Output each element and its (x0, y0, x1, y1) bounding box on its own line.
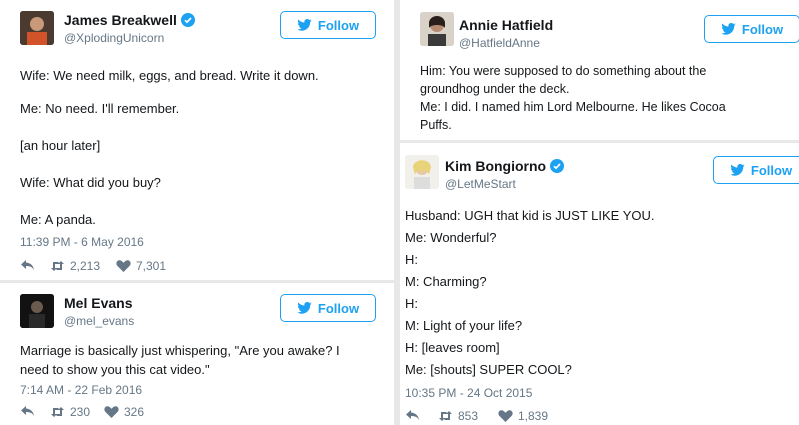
tweet-text-line: M: Charming? (405, 274, 487, 289)
user-handle[interactable]: @HatfieldAnne (459, 36, 540, 50)
like-button[interactable]: 326 (104, 405, 144, 419)
display-name[interactable]: Mel Evans (64, 295, 132, 311)
retweet-button[interactable]: 853 (438, 409, 478, 423)
follow-button[interactable]: Follow (704, 15, 799, 43)
follow-button[interactable]: Follow (713, 156, 799, 184)
user-handle[interactable]: @XplodingUnicorn (64, 31, 164, 45)
reply-button[interactable] (20, 405, 35, 417)
avatar[interactable] (420, 12, 454, 46)
like-button[interactable]: 7,301 (116, 259, 166, 273)
reply-button[interactable] (20, 259, 35, 271)
tweet-text-line: Husband: UGH that kid is JUST LIKE YOU. (405, 208, 655, 223)
tweet-text-line: Him: You were supposed to do something a… (420, 64, 707, 78)
display-name[interactable]: Kim Bongiorno (445, 158, 565, 174)
follow-button[interactable]: Follow (280, 11, 376, 39)
retweet-icon (51, 261, 64, 271)
tweet-text-line: need to show you this cat video." (20, 362, 210, 377)
like-count: 326 (124, 405, 145, 419)
avatar[interactable] (20, 11, 54, 45)
verified-icon (180, 13, 195, 27)
user-handle[interactable]: @mel_evans (64, 314, 134, 328)
tweet-text-line: H: (405, 252, 418, 267)
tweet-text-line: [an hour later] (20, 138, 101, 153)
tweet-text-line: Me: [shouts] SUPER COOL? (405, 362, 572, 377)
tweet-text-line: Me: A panda. (20, 212, 96, 227)
like-count: 1,839 (518, 409, 549, 423)
heart-icon (104, 406, 119, 418)
tweet-text-line: H: [leaves room] (405, 340, 500, 355)
timestamp[interactable]: 7:14 AM - 22 Feb 2016 (20, 383, 142, 397)
display-name[interactable]: Annie Hatfield (459, 17, 553, 33)
heart-icon (116, 260, 131, 272)
retweet-count: 230 (70, 405, 91, 419)
tweet-text-line: Wife: What did you buy? (20, 175, 161, 190)
reply-icon (406, 410, 419, 420)
tweet-card: Annie Hatfield @HatfieldAnne Follow Him:… (400, 0, 799, 140)
timestamp[interactable]: 10:35 PM - 24 Oct 2015 (405, 386, 532, 400)
tweet-text-line: Me: Wonderful? (405, 230, 497, 245)
display-name[interactable]: James Breakwell (64, 12, 195, 28)
timestamp[interactable]: 11:39 PM - 6 May 2016 (20, 235, 144, 249)
retweet-count: 2,213 (70, 259, 101, 273)
user-handle[interactable]: @LetMeStart (445, 177, 516, 191)
heart-icon (498, 410, 513, 422)
twitter-bird-icon (297, 302, 312, 314)
reply-icon (21, 260, 34, 270)
retweet-icon (51, 407, 64, 417)
retweet-button[interactable]: 230 (50, 405, 90, 419)
tweet-text-line: Me: I did. I named him Lord Melbourne. H… (420, 100, 726, 114)
tweet-text-line: Marriage is basically just whispering, "… (20, 343, 340, 358)
tweet-text-line: M: Light of your life? (405, 318, 523, 333)
twitter-bird-icon (730, 164, 745, 176)
avatar[interactable] (20, 294, 54, 328)
like-button[interactable]: 1,839 (498, 409, 548, 423)
tweet-text-line: groundhog under the deck. (420, 82, 570, 96)
retweet-button[interactable]: 2,213 (50, 259, 100, 273)
reply-button[interactable] (405, 409, 420, 421)
tweet-text-line: Me: No need. I'll remember. (20, 101, 180, 116)
tweet-card: Mel Evans @mel_evans Follow Marriage is … (0, 283, 394, 425)
like-count: 7,301 (136, 259, 167, 273)
tweet-text-line: H: (405, 296, 418, 311)
follow-button[interactable]: Follow (280, 294, 376, 322)
retweet-count: 853 (458, 409, 479, 423)
tweet-text-line: Wife: We need milk, eggs, and bread. Wri… (20, 68, 319, 83)
tweet-card: James Breakwell @XplodingUnicorn Follow … (0, 0, 394, 280)
twitter-bird-icon (721, 23, 736, 35)
reply-icon (21, 406, 34, 416)
verified-icon (550, 159, 565, 173)
retweet-icon (439, 411, 452, 421)
tweet-text-line: Puffs. (420, 118, 452, 132)
twitter-bird-icon (297, 19, 312, 31)
tweet-card: Kim Bongiorno @LetMeStart Follow Husband… (400, 143, 799, 425)
avatar[interactable] (405, 155, 439, 189)
